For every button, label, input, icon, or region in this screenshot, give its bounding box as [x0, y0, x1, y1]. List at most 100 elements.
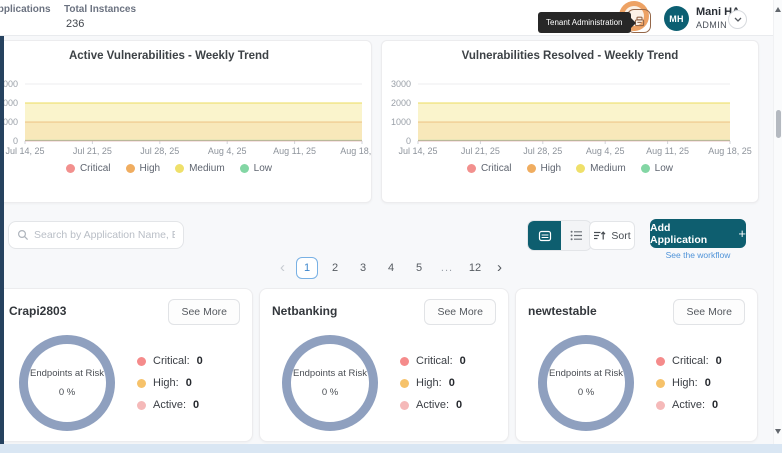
legend-dot-icon	[65, 164, 75, 173]
pagination-page-1[interactable]: 1	[296, 257, 318, 279]
pagination-next-icon[interactable]: ›	[492, 258, 507, 278]
legend-label: Low	[253, 163, 273, 174]
donut-value: 0 %	[321, 387, 339, 398]
chart-legend-item[interactable]: Low	[239, 163, 273, 174]
legend-label: Critical:	[672, 355, 709, 367]
chart-legend-item[interactable]: Medium	[576, 163, 626, 174]
svg-text:Jul 28, 25: Jul 28, 25	[523, 146, 562, 156]
endpoints-at-risk-donut: Endpoints at Risk 0 %	[538, 335, 634, 431]
donut-value: 0 %	[577, 387, 595, 398]
svg-text:2000: 2000	[391, 98, 411, 108]
see-more-button[interactable]: See More	[424, 299, 496, 325]
chart-legend-item[interactable]: Critical	[466, 163, 512, 174]
critical-dot-icon	[137, 356, 146, 366]
scroll-up-arrow-icon[interactable]	[775, 7, 781, 12]
legend-label: Active:	[416, 399, 450, 411]
svg-text:Aug 11, 25: Aug 11, 25	[273, 146, 316, 156]
pagination-prev-icon[interactable]: ‹	[275, 258, 290, 278]
svg-text:Aug 4, 25: Aug 4, 25	[586, 146, 625, 156]
high-dot-icon	[656, 378, 665, 388]
see-more-button[interactable]: See More	[673, 299, 745, 325]
stat-label: Total Applications	[0, 4, 51, 15]
legend-row-active: Active: 0	[656, 399, 722, 411]
legend-dot-icon	[526, 164, 536, 173]
svg-text:Aug 11, 25: Aug 11, 25	[646, 146, 689, 156]
user-menu-button[interactable]	[728, 10, 747, 29]
legend-value: 0	[704, 377, 711, 389]
chart-legend: Critical High Medium Low	[382, 163, 758, 174]
sort-button[interactable]: Sort	[589, 221, 635, 250]
svg-text:Jul 21, 25: Jul 21, 25	[73, 146, 112, 156]
legend-dot-icon	[125, 164, 135, 173]
legend-label: High	[540, 163, 562, 174]
chart-legend-item[interactable]: Low	[640, 163, 673, 174]
donut-value: 0 %	[58, 387, 76, 398]
legend-dot-icon	[640, 164, 650, 173]
endpoints-at-risk-donut: Endpoints at Risk 0 %	[282, 335, 378, 431]
legend-row-high: High: 0	[656, 377, 722, 389]
card-legend: Critical: 0 High: 0 Active: 0	[656, 355, 722, 411]
legend-row-high: High: 0	[137, 377, 203, 389]
legend-label: High:	[672, 377, 698, 389]
search-input[interactable]	[34, 229, 175, 241]
weekly-trend-area-chart: 0100020003000Jul 14, 25Jul 21, 25Jul 28,…	[0, 79, 371, 156]
chart-legend-item[interactable]: Medium	[175, 163, 225, 174]
svg-text:3000: 3000	[391, 79, 411, 89]
application-title: newtestable	[528, 304, 597, 318]
search-icon	[17, 229, 29, 241]
chart-legend-item[interactable]: Critical	[65, 163, 111, 174]
legend-dot-icon	[175, 164, 185, 173]
chart-legend-item[interactable]: High	[526, 163, 562, 174]
pagination-page-3[interactable]: 3	[352, 257, 374, 279]
active-dot-icon	[137, 400, 146, 410]
legend-value: 0	[185, 377, 192, 389]
card-legend: Critical: 0 High: 0 Active: 0	[400, 355, 466, 411]
application-card: newtestable See More Endpoints at Risk 0…	[515, 288, 758, 442]
active-vulnerabilities-chart-card: Active Vulnerabilities - Weekly Trend 01…	[0, 40, 372, 203]
legend-value: 0	[448, 377, 455, 389]
svg-text:Jul 21, 25: Jul 21, 25	[461, 146, 500, 156]
svg-text:Aug 18, 25: Aug 18, 25	[708, 146, 752, 156]
list-view-button[interactable]	[561, 221, 591, 250]
chart-legend-item[interactable]: High	[125, 163, 160, 174]
avatar[interactable]: MH	[664, 6, 689, 31]
bottom-bar	[0, 444, 782, 453]
chart-title: Vulnerabilities Resolved - Weekly Trend	[461, 50, 679, 62]
legend-row-critical: Critical: 0	[656, 355, 722, 367]
pagination: ‹ 1 2 3 4 5 ... 12 ›	[0, 257, 782, 279]
sort-icon	[594, 230, 606, 239]
svg-text:0: 0	[406, 136, 411, 146]
donut-label: Endpoints at Risk	[549, 368, 623, 379]
card-legend: Critical: 0 High: 0 Active: 0	[137, 355, 203, 411]
scroll-down-arrow-icon[interactable]	[774, 429, 781, 434]
application-card: Netbanking See More Endpoints at Risk 0 …	[259, 288, 509, 442]
pagination-ellipsis: ...	[440, 262, 454, 274]
pagination-page-4[interactable]: 4	[380, 257, 402, 279]
svg-text:Jul 14, 25: Jul 14, 25	[398, 146, 437, 156]
scrollbar-thumb[interactable]	[775, 110, 781, 138]
legend-dot-icon	[239, 164, 249, 173]
legend-row-active: Active: 0	[137, 399, 203, 411]
legend-label: Critical	[480, 163, 512, 174]
chart-legend: Critical High Medium Low	[0, 163, 371, 174]
donut-label: Endpoints at Risk	[30, 368, 104, 379]
svg-text:0: 0	[13, 136, 18, 146]
legend-value: 0	[193, 399, 200, 411]
see-more-button[interactable]: See More	[168, 299, 240, 325]
pagination-page-5[interactable]: 5	[408, 257, 430, 279]
endpoints-at-risk-donut: Endpoints at Risk 0 %	[19, 335, 115, 431]
pagination-page-2[interactable]: 2	[324, 257, 346, 279]
legend-row-critical: Critical: 0	[400, 355, 466, 367]
add-application-button[interactable]: Add Application +	[650, 219, 746, 248]
card-view-button[interactable]	[528, 221, 561, 250]
application-search[interactable]	[8, 221, 184, 249]
svg-text:Aug 18, 25: Aug 18, 25	[340, 146, 371, 156]
pagination-page-12[interactable]: 12	[464, 257, 486, 279]
legend-value: 0	[196, 355, 203, 367]
high-dot-icon	[400, 378, 409, 388]
vertical-scrollbar[interactable]	[773, 0, 782, 453]
legend-label: Critical:	[416, 355, 453, 367]
stat-label: Total Instances	[64, 4, 137, 15]
view-toggle-group	[527, 220, 592, 251]
legend-value: 0	[459, 355, 466, 367]
